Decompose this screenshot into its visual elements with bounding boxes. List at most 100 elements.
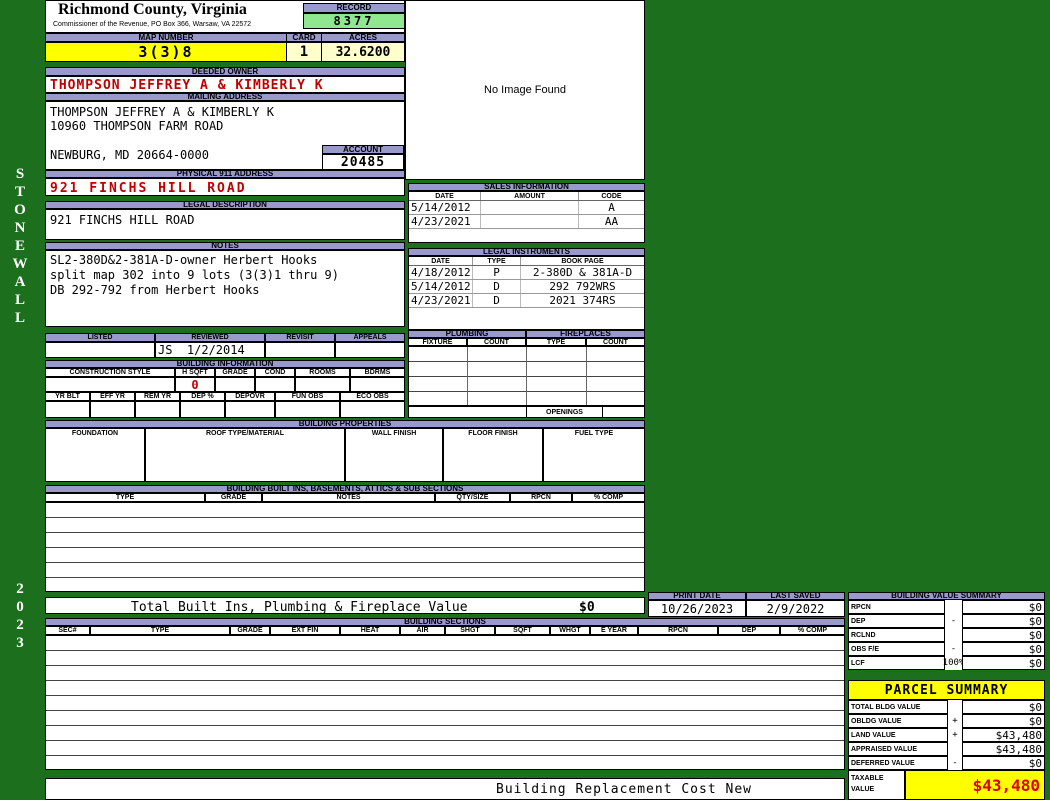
li-col-type: TYPE: [473, 257, 521, 265]
print-date-label: PRINT DATE: [648, 592, 746, 600]
mailing-address-panel: THOMPSON JEFFREY A & KIMBERLY K 10960 TH…: [45, 101, 405, 170]
parcel-op: [948, 742, 962, 756]
fuel-type-cell: FUEL TYPE: [543, 428, 645, 482]
col-ext-fin: EXT FIN: [270, 626, 340, 635]
cell: [90, 401, 135, 418]
notes-label: NOTES: [45, 242, 405, 250]
col-heat: HEAT: [340, 626, 400, 635]
deeded-owner-label: DEEDED OWNER: [45, 67, 405, 76]
sales-code: AA: [604, 215, 619, 228]
parcel-value: $43,480: [962, 742, 1045, 756]
parcel-label: LAND VALUE: [848, 728, 948, 742]
cell: [215, 377, 255, 392]
building-info-title: BUILDING INFORMATION: [45, 360, 405, 368]
account-label: ACCOUNT: [322, 145, 404, 154]
notes-line-2: split map 302 into 9 lots (3(3)1 thru 9): [50, 268, 339, 282]
record-value: 8377: [303, 13, 405, 29]
col-qty-size: QTY/SIZE: [435, 493, 510, 502]
bvs-row: OBS F/E - $0: [848, 642, 1045, 656]
sales-date: 4/23/2021: [409, 215, 481, 228]
fireplaces-title: FIREPLACES: [526, 330, 645, 338]
col-rpcn: RPCN: [638, 626, 718, 635]
bvs-label: DEP: [848, 614, 945, 628]
col-ecoobs: ECO OBS: [340, 392, 405, 401]
table-row: 4/18/2012 P 2-380D & 381A-D: [409, 266, 644, 280]
map-number-value: 3(3)8: [45, 42, 287, 62]
building-sections-title: BUILDING SECTIONS: [45, 618, 845, 626]
col-rpcn: RPCN: [510, 493, 572, 502]
sidebar-year-label: 2023: [12, 581, 28, 653]
li-type: P: [473, 266, 521, 279]
sales-table: DATE AMOUNT CODE 5/14/2012 A 4/23/2021 A…: [408, 191, 645, 243]
listed-value: [45, 342, 155, 358]
taxable-value-cell: $43,480: [905, 770, 1045, 800]
bvs-label: OBS F/E: [848, 642, 945, 656]
physical-address-label: PHYSICAL 911 ADDRESS: [45, 170, 405, 178]
cell: [135, 401, 180, 418]
built-ins-title: BUILDING BUILT INS, BASEMENTS, ATTICS & …: [45, 485, 645, 493]
bvs-op: 100%: [942, 656, 965, 670]
acres-value: 32.6200: [321, 42, 405, 62]
taxable-value: $43,480: [972, 775, 1040, 795]
parcel-value: $0: [962, 700, 1045, 714]
notes-line-3: DB 292-792 from Herbert Hooks: [50, 283, 260, 297]
legal-description-panel: 921 FINCHS HILL ROAD: [45, 209, 405, 240]
bvs-label: RPCN: [848, 600, 945, 614]
building-info-value-row2: [45, 401, 405, 418]
physical-address-value: 921 FINCHS HILL ROAD: [50, 181, 247, 196]
review-table: LISTED REVIEWED REVISIT APPEALS JS 1/2/2…: [45, 333, 405, 358]
floor-finish-cell: FLOOR FINISH: [443, 428, 543, 482]
col-dep: DEP: [718, 626, 780, 635]
last-saved-value: 2/9/2022: [746, 600, 845, 617]
card-label: CARD: [286, 33, 322, 42]
parcel-row: OBLDG VALUE + $0: [848, 714, 1045, 728]
cell: [45, 377, 175, 392]
table-row: 5/14/2012 D 292 792WRS: [409, 280, 644, 294]
legal-instruments-table: DATE TYPE BOOK PAGE 4/18/2012 P 2-380D &…: [408, 256, 645, 330]
li-bookpage: 2021 374RS: [549, 294, 616, 307]
sales-date: 5/14/2012: [409, 201, 481, 214]
sales-amount: [481, 215, 579, 228]
bvs-value: $0: [962, 614, 1045, 628]
col-foundation: FOUNDATION: [46, 429, 144, 438]
col-dep-pct: DEP %: [180, 392, 225, 401]
col-grade: GRADE: [205, 493, 262, 502]
cell: [225, 401, 275, 418]
building-sections-empty-rows: [45, 635, 845, 770]
col-air: AIR: [400, 626, 445, 635]
bvs-value: $0: [962, 628, 1045, 642]
legal-instruments-title: LEGAL INSTRUMENTS: [408, 248, 645, 256]
col-bdrms: BDRMS: [350, 368, 405, 377]
parcel-op: +: [948, 714, 962, 728]
mailing-line-1: THOMPSON JEFFREY A & KIMBERLY K: [50, 105, 274, 119]
no-image-placeholder: No Image Found: [405, 0, 645, 180]
legal-description-value: 921 FINCHS HILL ROAD: [50, 213, 195, 227]
building-sections-header-row: SEC# TYPE GRADE EXT FIN HEAT AIR SHGT SQ…: [45, 626, 845, 635]
divider: [526, 347, 527, 405]
mailing-line-3: NEWBURG, MD 20664-0000: [50, 148, 209, 162]
print-date-value: 10/26/2023: [648, 600, 746, 617]
bvs-row: DEP - $0: [848, 614, 1045, 628]
taxable-label: TAXABLE VALUE: [848, 770, 905, 800]
col-fireplace-count: COUNT: [586, 338, 645, 346]
cell: [45, 401, 90, 418]
legal-instruments-header-row: DATE TYPE BOOK PAGE: [409, 257, 644, 266]
deeded-owner-panel: THOMPSON JEFFREY A & KIMBERLY K: [45, 76, 405, 93]
built-ins-empty-rows: [45, 502, 645, 592]
col-plumbing-count: COUNT: [467, 338, 526, 346]
parcel-summary-title: PARCEL SUMMARY: [848, 680, 1045, 700]
table-row: 5/14/2012 A: [409, 201, 644, 215]
li-bookpage: 2-380D & 381A-D: [532, 266, 633, 279]
appeals-value: [335, 342, 405, 358]
mailing-address-label: MAILING ADDRESS: [45, 93, 405, 101]
col-sqft: SQFT: [495, 626, 550, 635]
col-type: TYPE: [90, 626, 230, 635]
table-row: 4/23/2021 AA: [409, 215, 644, 229]
col-remyr: REM YR: [135, 392, 180, 401]
divider: [467, 347, 468, 405]
hsqft-value: 0: [175, 377, 215, 392]
roof-cell: ROOF TYPE/MATERIAL: [145, 428, 345, 482]
revisit-value: [265, 342, 335, 358]
table-row: 4/23/2021 D 2021 374RS: [409, 294, 644, 308]
col-reviewed: REVIEWED: [155, 333, 265, 342]
